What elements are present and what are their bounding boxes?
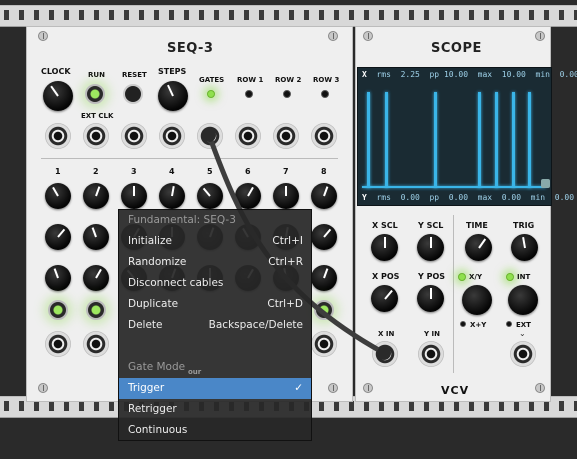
menu-item-continuous[interactable]: Continuous: [119, 420, 311, 441]
menu-item-initialize[interactable]: Initialize Ctrl+I: [119, 231, 311, 252]
menu-item-shortcut: Ctrl+D: [267, 298, 303, 310]
menu-item-disconnect-cables[interactable]: Disconnect cables: [119, 273, 311, 294]
menu-item-retrigger[interactable]: Retrigger: [119, 399, 311, 420]
menu-item-label: Disconnect cables: [128, 277, 224, 289]
menu-title: Fundamental: SEQ-3: [128, 214, 236, 226]
menu-item-shortcut: Backspace/Delete: [208, 319, 303, 331]
menu-item-shortcut: Ctrl+I: [272, 235, 303, 247]
context-menu: Fundamental: SEQ-3 Initialize Ctrl+I Rand…: [118, 209, 312, 441]
menu-item-shortcut: Ctrl+R: [268, 256, 303, 268]
menu-item-label: Initialize: [128, 235, 172, 247]
menu-item-label: Retrigger: [128, 403, 177, 415]
partial-label: our: [188, 368, 202, 376]
menu-item-duplicate[interactable]: Duplicate Ctrl+D: [119, 294, 311, 315]
checkmark-icon: ✓: [294, 382, 303, 394]
menu-item-label: Randomize: [128, 256, 187, 268]
menu-item-label: Continuous: [128, 424, 188, 436]
menu-item-delete[interactable]: Delete Backspace/Delete: [119, 315, 311, 336]
menu-item-label: Delete: [128, 319, 163, 331]
menu-item-randomize[interactable]: Randomize Ctrl+R: [119, 252, 311, 273]
menu-item-label: Duplicate: [128, 298, 179, 310]
menu-item-label: Trigger: [128, 382, 165, 394]
menu-item-trigger[interactable]: Trigger ✓: [119, 378, 311, 399]
menu-section-header: Gate Mode: [128, 361, 186, 373]
